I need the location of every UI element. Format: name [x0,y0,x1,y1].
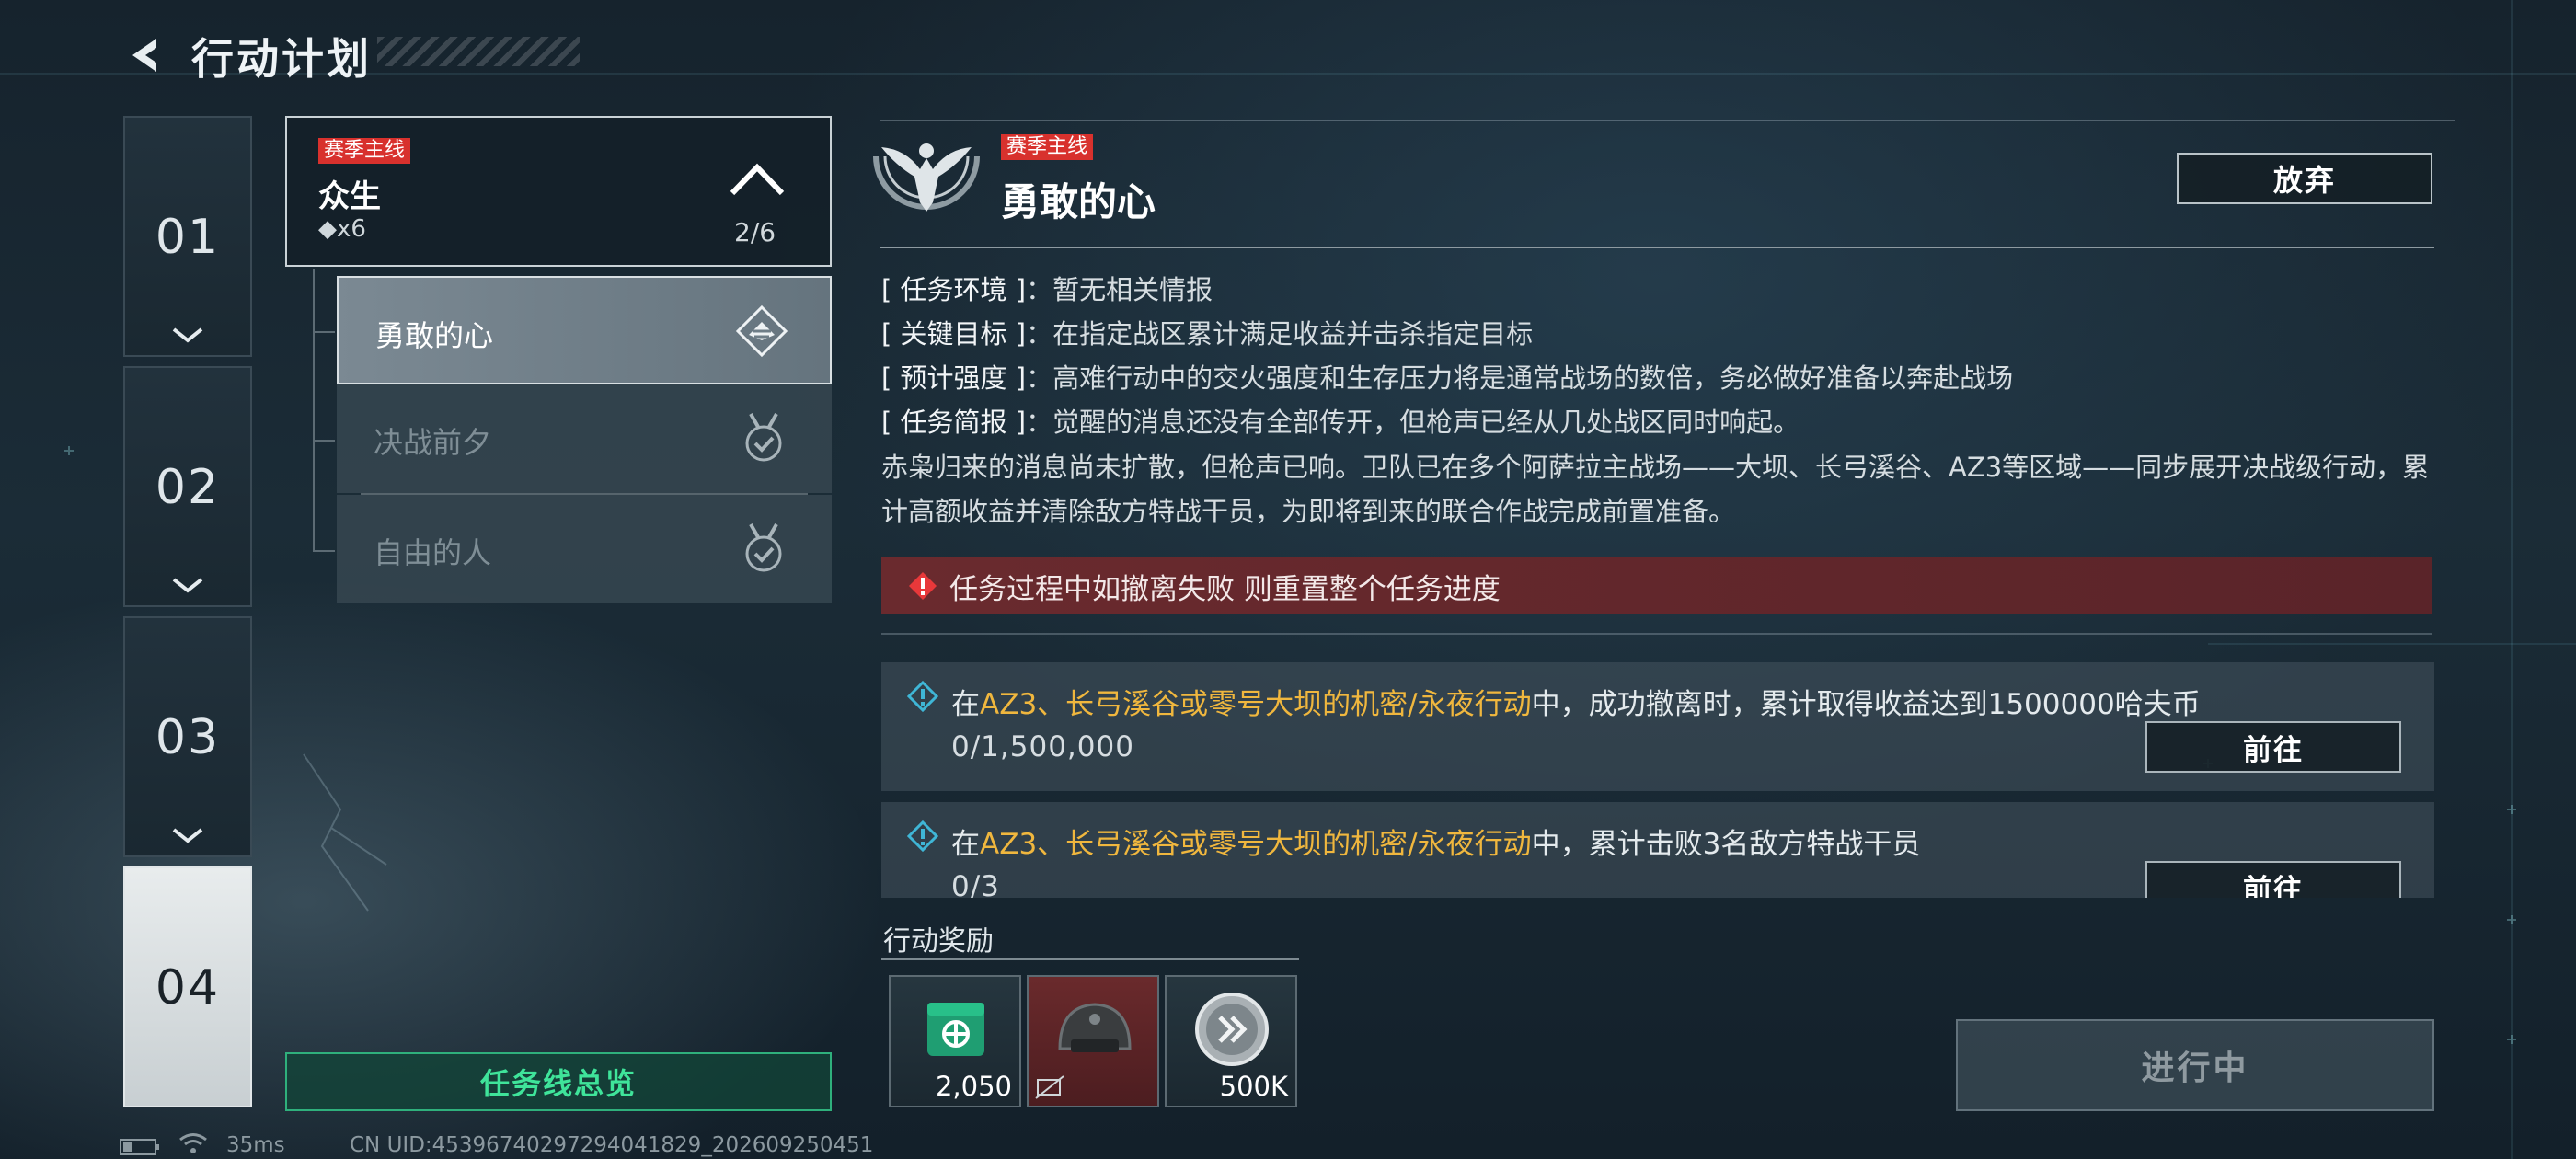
eagle-emblem-icon [873,143,980,212]
objective-item: 在AZ3、长弓溪谷或零号大坝的机密/永夜行动中，累计击败3名敌方特战干员 0/3… [881,802,2434,898]
reward-item-helmet[interactable] [1027,975,1159,1107]
info-row-intensity: [ 预计强度 ]：高难行动中的交火强度和生存压力将是通常战场的数倍，务必做好准备… [881,357,2013,396]
questline-name: 众生 [318,178,381,215]
title-decoration [377,37,580,66]
info-row-environment: [ 任务环境 ]：暂无相关情报 [881,269,1213,307]
objective-prefix: 在 [951,828,980,861]
mission-title: 勇敢的心 [1001,179,1156,224]
mission-label: 决战前夕 [374,425,492,460]
reward-amount: 2,050 [935,1071,1012,1102]
questline-progress: 2/6 [734,217,776,247]
chevron-down-icon [172,327,203,343]
abandon-button[interactable]: 放弃 [2177,153,2432,204]
objective-item: 在AZ3、长弓溪谷或零号大坝的机密/永夜行动中，成功撤离时，累计取得收益达到15… [881,662,2434,791]
mission-item-eve-of-battle[interactable]: 决战前夕 [337,384,832,493]
questline-card[interactable]: 赛季主线 众生 ◆x6 2/6 [285,116,832,267]
tree-connector [313,331,335,333]
objectives-rule [881,633,2432,635]
back-arrow-icon [132,39,156,72]
objective-highlight: AZ3、长弓溪谷或零号大坝的机密/永夜行动 [980,688,1532,721]
warning-banner: 任务过程中如撤离失败 则重置整个任务进度 [881,557,2432,614]
panel-top-rule [880,120,2455,121]
objective-suffix: 中，累计击败3名敌方特战干员 [1531,828,1921,861]
chapter-number: 04 [155,960,221,1016]
ping-readout: 35ms [226,1133,285,1157]
info-key: [ 预计强度 ] [881,362,1027,394]
mission-label: 自由的人 [374,535,492,570]
objective-progress: 0/1,500,000 [951,730,1134,763]
info-key: [ 任务环境 ] [881,274,1027,305]
chevron-up-icon[interactable] [725,153,789,208]
info-diamond-icon [907,820,938,852]
medal-check-icon [745,523,782,572]
tree-connector [313,550,335,552]
objective-text: 在AZ3、长弓溪谷或零号大坝的机密/永夜行动中，成功撤离时，累计取得收益达到15… [951,681,2201,722]
tree-connector [313,440,335,442]
chapter-number: 03 [155,710,221,765]
warning-text: 任务过程中如撤离失败 则重置整个任务进度 [949,572,1501,606]
chevron-down-icon [172,828,203,843]
info-value: ：在指定战区累计满足收益并击杀指定目标 [1026,318,1534,350]
info-row-key-objective: [ 关键目标 ]：在指定战区累计满足收益并击杀指定目标 [881,313,1533,351]
chapter-tab-02[interactable]: 02 [123,366,252,607]
reward-amount: 500K [1219,1071,1288,1102]
goto-button[interactable]: 前往 [2145,721,2401,773]
helmet-icon [1058,1003,1132,1052]
chapter-tab-03[interactable]: 03 [123,616,252,857]
wifi-icon [179,1133,207,1153]
chapter-number: 01 [155,210,221,265]
objectives-list[interactable]: 在AZ3、长弓溪谷或零号大坝的机密/永夜行动中，成功撤离时，累计取得收益达到15… [881,662,2434,898]
objective-prefix: 在 [951,688,980,721]
goto-button[interactable]: 前往 [2145,861,2401,898]
mission-item-brave-heart[interactable]: 勇敢的心 [337,276,832,384]
questline-overview-button[interactable]: 任务线总览 [285,1052,832,1111]
diamond-badge-icon [735,304,788,358]
questline-reward: ◆x6 [318,215,366,243]
medal-check-icon [745,413,782,462]
silver-coin-icon [1195,993,1269,1066]
season-tag: 赛季主线 [1001,134,1094,160]
rewards-rule [881,958,1299,960]
objective-highlight: AZ3、长弓溪谷或零号大坝的机密/永夜行动 [980,828,1532,861]
rewards-title: 行动奖励 [883,925,994,958]
tree-connector [313,269,315,552]
info-value: ：高难行动中的交火强度和生存压力将是通常战场的数倍，务必做好准备以奔赴战场 [1026,362,2014,394]
info-row-briefing: [ 任务简报 ]：觉醒的消息还没有全部传开，但枪声已经从几处战区同时响起。 [881,401,1800,440]
chevron-down-icon [172,578,203,593]
info-diamond-icon [907,681,938,712]
chapter-tab-04[interactable]: 04 [123,866,252,1107]
objective-progress: 0/3 [951,870,1000,898]
back-button[interactable] [118,28,173,83]
in-progress-button: 进行中 [1956,1019,2434,1111]
warning-icon [909,572,937,600]
season-tag: 赛季主线 [318,138,411,164]
info-key: [ 关键目标 ] [881,318,1027,350]
green-crate-icon [927,1003,984,1056]
no-trade-icon [1035,1075,1064,1099]
title-rule [880,247,2434,248]
objective-text: 在AZ3、长弓溪谷或零号大坝的机密/永夜行动中，累计击败3名敌方特战干员 [951,820,1920,862]
objective-suffix: 中，成功撤离时，累计取得收益达到1500000哈夫币 [1531,688,2201,721]
mission-label: 勇敢的心 [375,318,494,353]
mission-item-free-man[interactable]: 自由的人 [337,495,832,603]
reward-item-coins[interactable]: 500K [1165,975,1297,1107]
chapter-tab-01[interactable]: 01 [123,116,252,357]
mission-story: 赤枭归来的消息尚未扩散，但枪声已响。卫队已在多个阿萨拉主战场——大坝、长弓溪谷、… [881,452,2430,527]
page-title: 行动计划 [191,34,372,84]
info-value: ：觉醒的消息还没有全部传开，但枪声已经从几处战区同时响起。 [1026,407,1800,438]
info-key: [ 任务简报 ] [881,407,1027,438]
chapter-number: 02 [155,460,221,515]
info-value: ：暂无相关情报 [1026,274,1213,305]
battery-icon [120,1139,159,1155]
reward-item-crate[interactable]: 2,050 [889,975,1021,1107]
user-uid: CN UID:4539674029729404182​9_20260925045… [350,1133,874,1157]
